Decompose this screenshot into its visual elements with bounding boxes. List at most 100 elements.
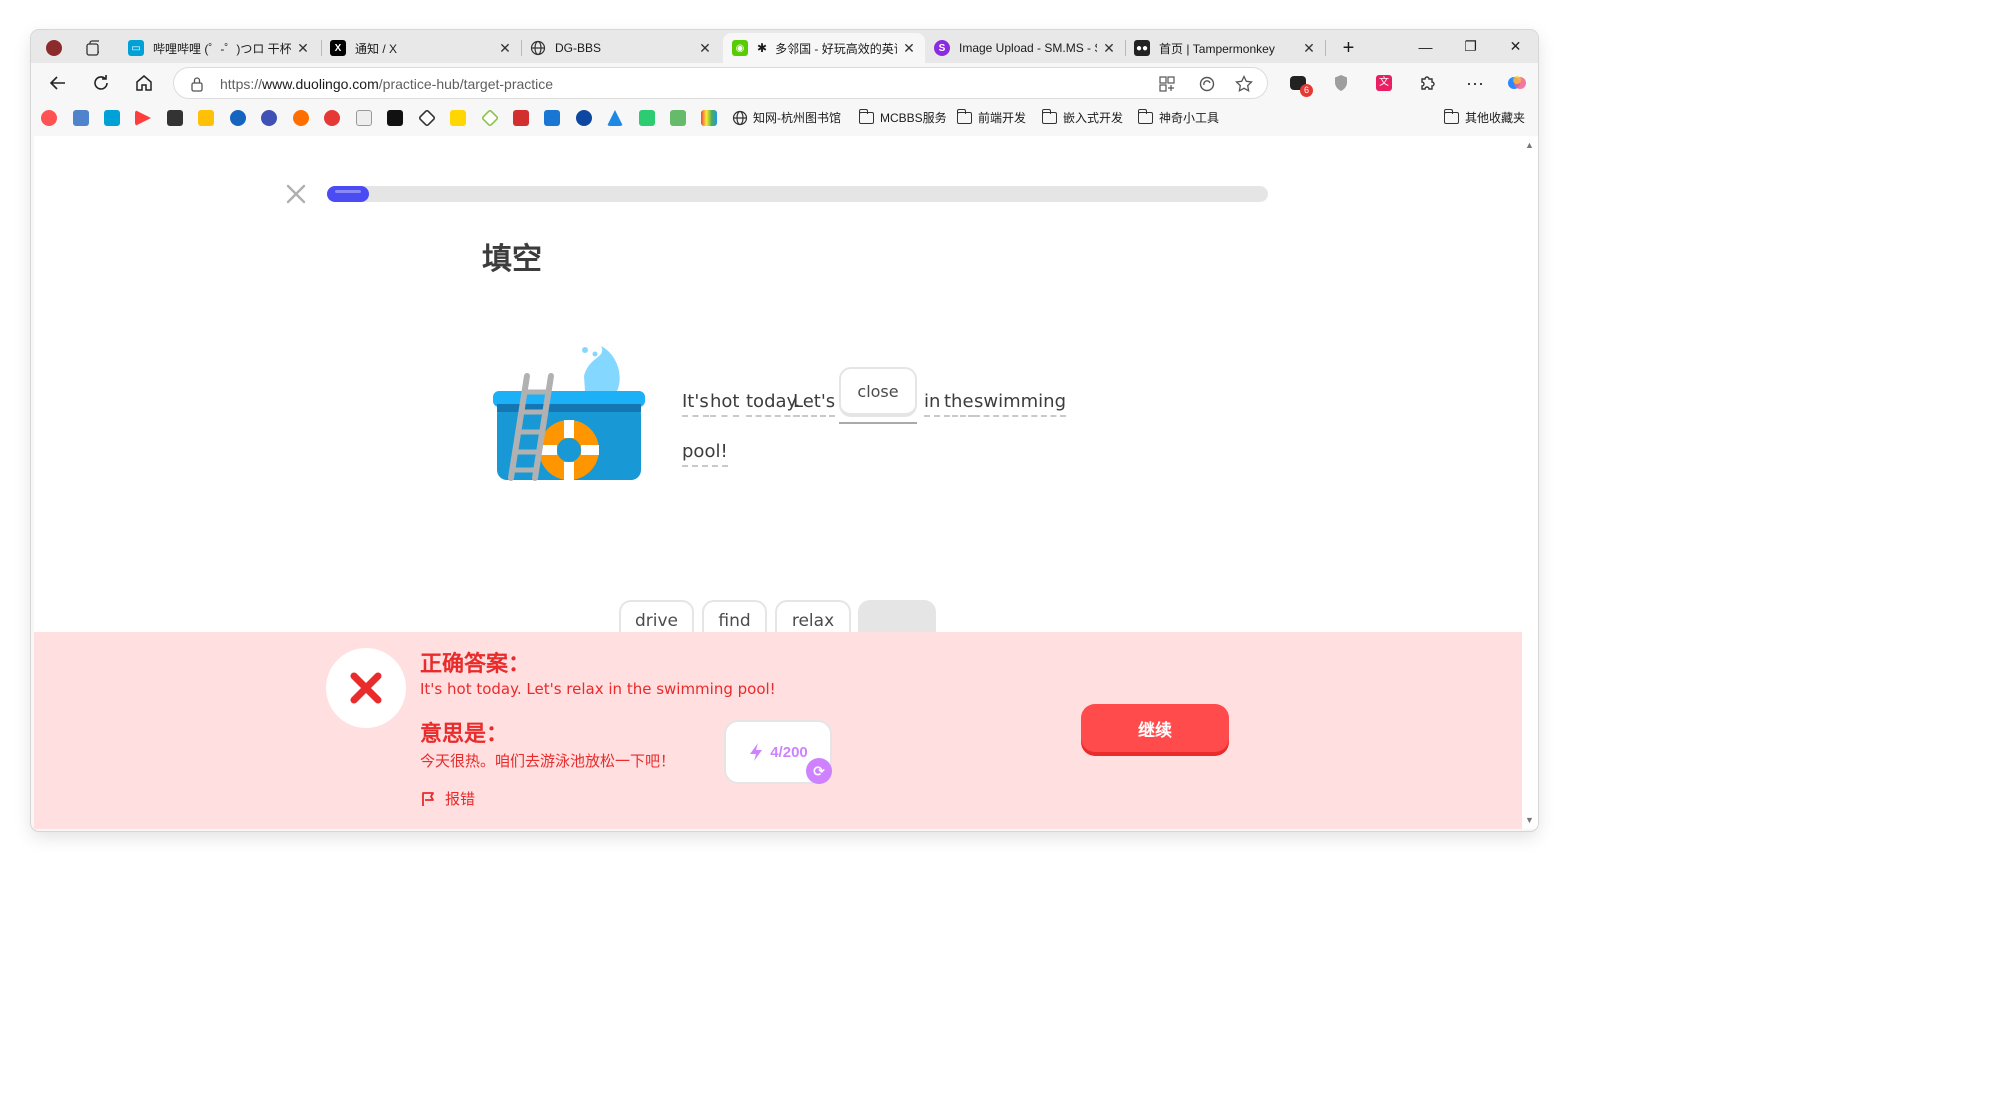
app-available-icon[interactable] xyxy=(1159,76,1175,92)
bookmark-icon[interactable] xyxy=(41,110,57,126)
bookmark-icon[interactable] xyxy=(356,110,372,126)
bookmark-icon[interactable] xyxy=(670,110,686,126)
bookmark-cnki[interactable]: 知网-杭州图书馆 xyxy=(732,109,841,126)
continue-button[interactable]: 继续 xyxy=(1081,704,1229,752)
more-button[interactable]: ··· xyxy=(1459,67,1491,99)
bookmark-folder-embedded[interactable]: 嵌入式开发 xyxy=(1041,108,1123,126)
bookmark-icon[interactable] xyxy=(230,110,246,126)
restore-icon: ❐ xyxy=(1464,38,1477,54)
bookmark-icon[interactable] xyxy=(73,110,89,126)
report-button[interactable]: 报错 xyxy=(420,788,475,809)
refresh-icon xyxy=(94,75,108,90)
restore-button[interactable]: ❐ xyxy=(1448,30,1493,63)
progress-fill xyxy=(327,186,370,202)
x-logo-icon: X xyxy=(330,40,346,56)
tampermonkey-icon: ●● xyxy=(1134,40,1150,56)
bookmark-icon[interactable] xyxy=(293,110,309,126)
bookmark-folder-mcbbs[interactable]: MCBBS服务 xyxy=(858,108,947,126)
bookmark-icon[interactable] xyxy=(198,110,214,126)
page-content: 填空 It's hot today. Let's close in the sw… xyxy=(34,136,1522,829)
sentence-word[interactable]: the xyxy=(944,391,974,417)
minimize-icon: — xyxy=(1418,38,1433,55)
copilot-button[interactable] xyxy=(1501,67,1533,99)
tab-dg-bbs[interactable]: DG-BBS ✕ xyxy=(521,33,721,63)
sentence-word[interactable]: Let's xyxy=(793,391,836,417)
new-tab-button[interactable]: + xyxy=(1333,33,1363,63)
workspaces-button[interactable] xyxy=(77,33,107,63)
refresh-icon: ⟳ xyxy=(806,758,832,784)
extensions-button[interactable] xyxy=(1412,67,1444,99)
extension-badge: 6 xyxy=(1300,84,1313,97)
shield-icon xyxy=(1335,75,1347,91)
duolingo-icon: ◉ xyxy=(732,40,748,56)
shield-extension-button[interactable] xyxy=(1325,67,1357,99)
bookmark-icon[interactable] xyxy=(324,110,340,126)
bookmark-icon[interactable] xyxy=(513,110,529,126)
bookmark-icon[interactable] xyxy=(544,110,560,126)
home-button[interactable] xyxy=(128,67,160,99)
star-icon[interactable] xyxy=(1235,75,1253,93)
close-icon[interactable]: ✕ xyxy=(901,40,917,57)
bookmark-icon[interactable] xyxy=(450,110,466,126)
close-icon: ✕ xyxy=(1509,38,1522,54)
bookmark-icon[interactable] xyxy=(639,110,655,126)
scroll-up-icon[interactable]: ▲ xyxy=(1525,140,1534,150)
extension-button[interactable]: 6 xyxy=(1282,67,1314,99)
bookmark-icon[interactable] xyxy=(417,108,437,128)
tab-title: 多邻国 - 好玩高效的英语 xyxy=(775,41,897,56)
globe-icon xyxy=(732,110,748,125)
back-button[interactable] xyxy=(42,67,74,99)
globe-icon xyxy=(530,40,546,56)
cross-icon xyxy=(350,672,382,704)
tab-bilibili[interactable]: ▭ 哔哩哔哩 (゜-゜)つロ 干杯~ ✕ xyxy=(119,33,319,63)
translate-extension-button[interactable]: 文 xyxy=(1368,67,1400,99)
meaning-title: 意思是： xyxy=(420,722,509,747)
sentence-word[interactable]: pool! xyxy=(682,441,728,467)
bookmark-folder-frontend[interactable]: 前端开发 xyxy=(956,108,1026,126)
close-icon[interactable]: ✕ xyxy=(1101,40,1117,57)
tab-tampermonkey[interactable]: ●● 首页 | Tampermonkey ✕ xyxy=(1125,33,1325,63)
close-icon[interactable]: ✕ xyxy=(1301,40,1317,57)
close-icon[interactable]: ✕ xyxy=(295,40,311,57)
refresh-button[interactable] xyxy=(85,67,117,99)
bookmark-icon[interactable] xyxy=(576,110,592,126)
bookmark-icon[interactable] xyxy=(480,108,500,128)
bookmark-folder-other[interactable]: 其他收藏夹 xyxy=(1443,108,1525,126)
scrollbar[interactable]: ▲ ▼ xyxy=(1522,136,1538,829)
read-aloud-icon[interactable] xyxy=(1199,76,1215,92)
tab-x[interactable]: X 通知 / X ✕ xyxy=(321,33,521,63)
ellipsis-icon: ··· xyxy=(1466,72,1484,93)
bookmark-folder-tools[interactable]: 神奇小工具 xyxy=(1137,108,1220,126)
bookmark-icon[interactable] xyxy=(167,110,183,126)
blank-underline xyxy=(839,422,917,424)
tab-duolingo[interactable]: ◉ ✱ 多邻国 - 好玩高效的英语 ✕ xyxy=(723,33,925,63)
profile-avatar[interactable] xyxy=(37,33,67,63)
tab-smms[interactable]: S Image Upload - SM.MS - Si ✕ xyxy=(925,33,1125,63)
lesson-progress-bar xyxy=(327,186,1268,202)
close-icon[interactable]: ✕ xyxy=(497,40,513,57)
answer-blank[interactable]: close xyxy=(839,367,917,417)
bookmark-icon[interactable] xyxy=(261,110,277,126)
scroll-down-icon[interactable]: ▼ xyxy=(1525,815,1534,825)
bluetooth-icon: ✱ xyxy=(757,41,768,55)
sentence-word[interactable]: hot xyxy=(710,391,740,417)
toolbar: https://www.duolingo.com/practice-hub/ta… xyxy=(31,63,1538,103)
sentence-word[interactable]: It's xyxy=(682,391,709,417)
copilot-icon xyxy=(1508,76,1526,89)
tab-title: 通知 / X xyxy=(355,41,398,56)
close-lesson-icon[interactable] xyxy=(284,182,308,206)
sentence-word[interactable]: in xyxy=(924,391,941,417)
bookmark-label: 神奇小工具 xyxy=(1159,111,1220,125)
bookmark-icon[interactable] xyxy=(387,110,403,126)
bookmark-icon[interactable] xyxy=(701,110,717,126)
minimize-button[interactable]: — xyxy=(1403,30,1448,63)
bookmark-icon[interactable] xyxy=(135,110,151,126)
close-window-button[interactable]: ✕ xyxy=(1493,30,1538,63)
bilibili-icon[interactable] xyxy=(104,110,120,126)
folder-icon xyxy=(1041,108,1057,124)
bookmark-icon[interactable] xyxy=(607,110,623,126)
correct-answer-text: It's hot today. Let's relax in the swimm… xyxy=(420,680,776,698)
sentence-word[interactable]: swimming xyxy=(974,391,1067,417)
address-bar[interactable]: https://www.duolingo.com/practice-hub/ta… xyxy=(173,67,1268,99)
close-icon[interactable]: ✕ xyxy=(697,40,713,57)
